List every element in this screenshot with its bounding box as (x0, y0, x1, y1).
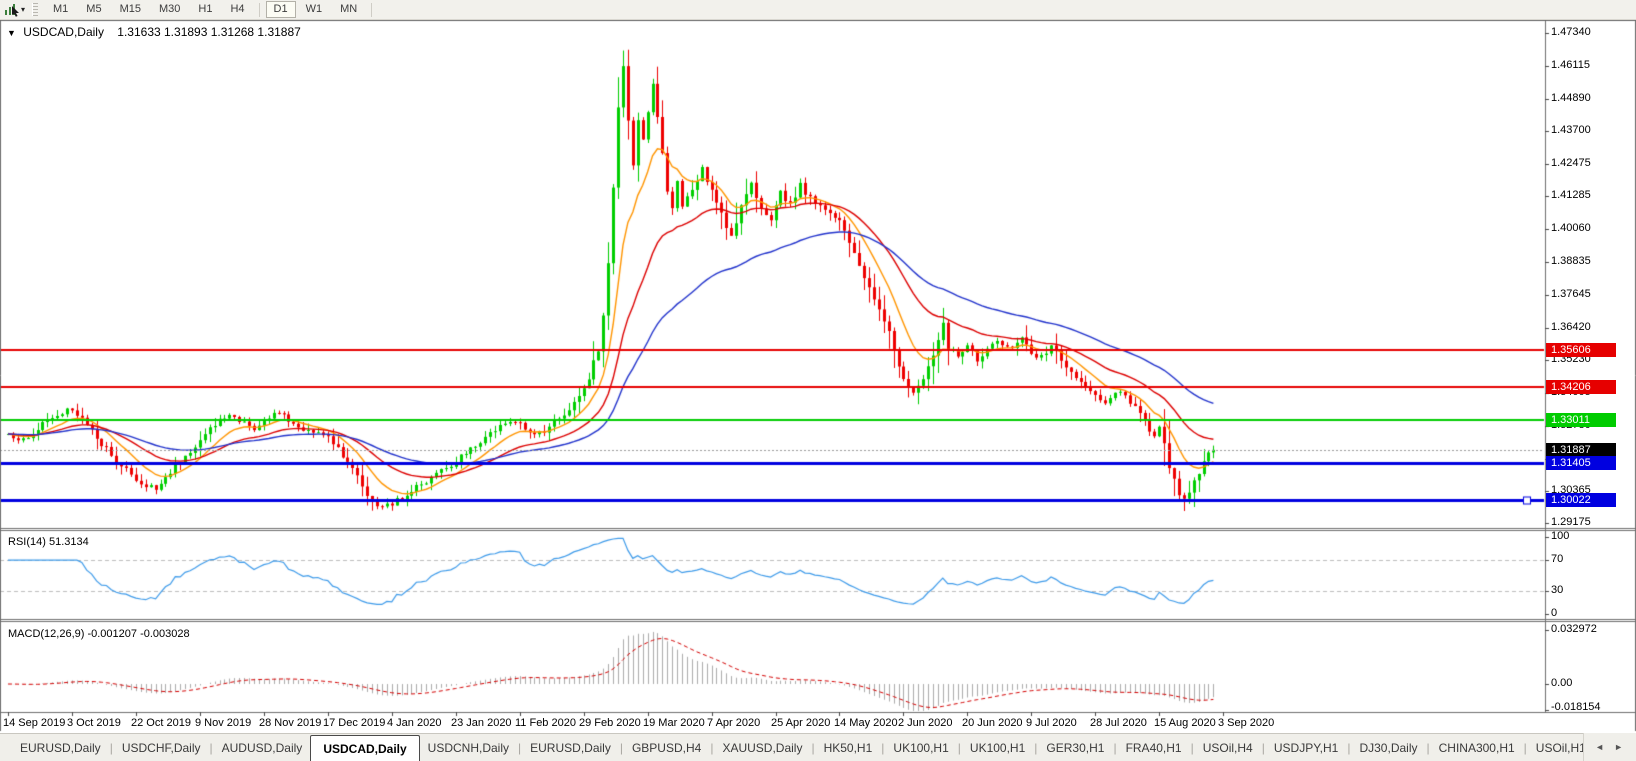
symbol-tab-hk50-h1[interactable]: HK50,H1 (816, 734, 881, 761)
toolbar-dropdown-icon[interactable]: ▾ (21, 5, 25, 14)
symbol-tab-eurusd-daily[interactable]: EURUSD,Daily (12, 734, 109, 761)
symbol-tab-usoil-h4[interactable]: USOil,H4 (1195, 734, 1261, 761)
symbol-tab-gbpusd-h4[interactable]: GBPUSD,H4 (624, 734, 709, 761)
symbol-tab-usdcnh-daily[interactable]: USDCNH,Daily (420, 734, 517, 761)
tab-scroll-right-icon[interactable]: ► (1609, 742, 1628, 752)
symbol-tab-usdcad-daily[interactable]: USDCAD,Daily (310, 735, 419, 761)
timeframe-button-w1[interactable]: W1 (298, 1, 331, 18)
timeframe-button-d1[interactable]: D1 (266, 1, 296, 18)
tab-scroll-arrows: ◄ ► (1583, 733, 1636, 761)
timeframe-button-mn[interactable]: MN (332, 1, 365, 18)
symbol-tab-uk100-h1[interactable]: UK100,H1 (962, 734, 1033, 761)
symbol-tab-audusd-daily[interactable]: AUDUSD,Daily (214, 734, 311, 761)
tab-scroll-left-icon[interactable]: ◄ (1590, 742, 1609, 752)
timeframe-button-h4[interactable]: H4 (222, 1, 252, 18)
symbol-tab-fra40-h1[interactable]: FRA40,H1 (1118, 734, 1190, 761)
symbol-tab-dj30-daily[interactable]: DJ30,Daily (1351, 734, 1425, 761)
symbol-tab-eurusd-daily[interactable]: EURUSD,Daily (522, 734, 619, 761)
symbol-tab-ger30-h1[interactable]: GER30,H1 (1038, 734, 1112, 761)
toolbar-grip[interactable] (32, 3, 38, 16)
mt4-terminal: { "toolbar": { "tool_icon_name": "chart-… (0, 0, 1636, 761)
symbol-tab-xauusd-daily[interactable]: XAUUSD,Daily (714, 734, 810, 761)
chart-cursor-icon[interactable] (3, 2, 21, 17)
timeframe-button-h1[interactable]: H1 (190, 1, 220, 18)
symbol-tab-usdjpy-h1[interactable]: USDJPY,H1 (1266, 734, 1346, 761)
timeframe-button-m5[interactable]: M5 (78, 1, 109, 18)
timeframe-button-m15[interactable]: M15 (112, 1, 149, 18)
toolbar-separator (371, 3, 372, 17)
timeframe-button-m30[interactable]: M30 (151, 1, 188, 18)
toolbar-separator (259, 3, 260, 17)
symbol-tab-bar: EURUSD,Daily|USDCHF,Daily|AUDUSD,DailyUS… (0, 733, 1636, 761)
price-chart-canvas[interactable] (0, 20, 1636, 732)
timeframe-button-m1[interactable]: M1 (45, 1, 76, 18)
symbol-tab-uk100-h1[interactable]: UK100,H1 (885, 734, 956, 761)
symbol-tab-usdchf-daily[interactable]: USDCHF,Daily (114, 734, 209, 761)
timeframe-toolbar: ▾ M1M5M15M30H1H4 D1W1MN (0, 0, 1636, 20)
symbol-tab-china300-h1[interactable]: CHINA300,H1 (1431, 734, 1523, 761)
